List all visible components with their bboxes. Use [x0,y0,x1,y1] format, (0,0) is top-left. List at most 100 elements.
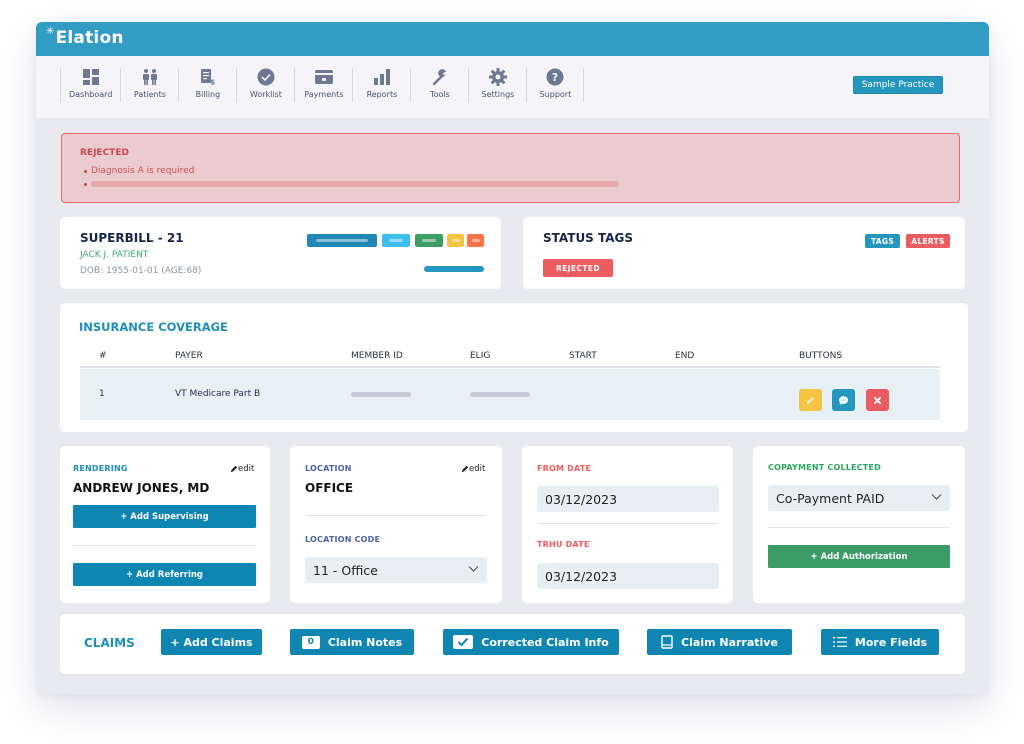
superbill-chip[interactable] [382,234,410,247]
col-header: BUTTONS [799,351,843,361]
copay-card: COPAYMENT COLLECTED Co-Payment PAID + Ad… [753,446,965,603]
member-id-placeholder [351,392,411,397]
location-code-label: LOCATION CODE [305,535,381,544]
nav-reports[interactable]: Reports [352,68,410,102]
location-edit-link[interactable]: edit [461,464,485,474]
logo-spark-icon: ✳ [46,26,55,37]
delete-button[interactable] [866,389,889,411]
rendering-edit-link[interactable]: edit [230,464,254,474]
superbill-chip[interactable] [415,234,443,247]
nav-tools[interactable]: Tools [410,68,468,102]
add-claims-button[interactable]: + Add Claims [161,629,262,655]
sample-practice-button[interactable]: Sample Practice [853,76,943,94]
patients-icon [140,68,160,86]
claim-narrative-button[interactable]: Claim Narrative [647,629,792,655]
nav-label: Billing [195,90,221,99]
insurance-table-header: # PAYER MEMBER ID ELIG START END BUTTONS [80,346,940,368]
status-tags-title: STATUS TAGS [543,231,634,245]
col-header: END [675,351,695,361]
payer-name: VT Medicare Part B [175,389,261,399]
nav-worklist[interactable]: Worklist [236,68,294,102]
patient-name[interactable]: JACK J. PATIENT [80,250,148,260]
superbill-chip[interactable] [307,234,377,247]
tags-button[interactable]: TAGS [865,234,900,248]
superbill-chip[interactable] [467,234,484,247]
rendering-card: RENDERING edit ANDREW JONES, MD + Add Su… [60,446,270,603]
nav-label: Support [539,90,572,99]
claims-card: CLAIMS + Add Claims 0 Claim Notes Correc… [60,614,965,674]
insurance-coverage-card: INSURANCE COVERAGE # PAYER MEMBER ID ELI… [60,303,968,432]
row-number: 1 [99,389,105,399]
nav-patients[interactable]: Patients [120,68,178,102]
superbill-title: SUPERBILL - 21 [80,231,184,245]
help-icon: ? [545,68,565,86]
status-badge[interactable]: REJECTED [543,259,613,277]
wrench-icon [430,68,450,86]
nav-label: Payments [304,90,344,99]
divider [305,515,487,516]
brand-name: Elation [55,28,124,48]
patient-dob: DOB: 1955-01-01 (AGE:68) [80,266,202,276]
nav-label: Reports [366,90,398,99]
alert-item-placeholder [91,181,619,187]
claim-notes-button[interactable]: 0 Claim Notes [290,629,414,655]
bullet-icon [84,182,87,186]
from-date-value: 03/12/2023 [545,491,618,507]
nav-label: Dashboard [69,90,113,99]
location-code-value: 11 - Office [313,562,378,578]
alerts-button[interactable]: ALERTS [906,234,950,248]
nav-bar: Dashboard Patients $ Billing Worklist Pa… [36,56,989,118]
chevron-down-icon [468,566,479,572]
credit-card-icon [314,68,334,86]
nav-settings[interactable]: Settings [468,68,526,102]
nav-billing[interactable]: $ Billing [178,68,236,102]
nav-payments[interactable]: Payments [294,68,352,102]
insurance-title: INSURANCE COVERAGE [79,320,228,334]
divider [768,527,950,528]
chat-bubble-icon [838,395,849,405]
nav-support[interactable]: ? Support [526,68,585,102]
copay-value: Co-Payment PAID [776,490,885,506]
main-nav: Dashboard Patients $ Billing Worklist Pa… [60,68,585,102]
pencil-icon [461,465,469,473]
claims-label: CLAIMS [84,636,135,650]
thru-date-input[interactable]: 03/12/2023 [537,563,719,589]
close-icon [873,396,882,404]
col-header: ELIG [470,351,491,361]
claim-notes-label: Claim Notes [327,635,403,649]
add-authorization-button[interactable]: + Add Authorization [768,545,950,568]
location-card: LOCATION edit OFFICE LOCATION CODE 11 - … [290,446,502,603]
location-code-select[interactable]: 11 - Office [305,557,487,583]
edit-button[interactable] [799,389,822,411]
from-date-input[interactable]: 03/12/2023 [537,486,719,512]
svg-text:?: ? [552,71,558,84]
alert-title: REJECTED [80,148,129,158]
chevron-down-icon [931,494,942,500]
add-referring-button[interactable]: + Add Referring [73,563,256,586]
comment-button[interactable] [832,389,855,411]
rendering-label: RENDERING [73,464,128,473]
bullet-icon [84,169,87,173]
col-header: PAYER [175,351,203,361]
list-icon [832,637,847,647]
edit-label: edit [238,464,255,474]
thru-date-label: TRHU DATE [537,540,590,549]
nav-dashboard[interactable]: Dashboard [60,68,120,102]
elig-placeholder [470,392,530,397]
superbill-chip[interactable] [447,234,464,247]
top-bar: ✳ Elation [36,22,989,56]
nav-label: Patients [133,90,166,99]
table-row[interactable]: 1 VT Medicare Part B [80,369,940,420]
dashboard-icon [81,68,101,86]
col-header: START [569,351,597,361]
elation-logo[interactable]: ✳ Elation [46,26,124,48]
copay-select[interactable]: Co-Payment PAID [768,485,950,511]
more-fields-button[interactable]: More Fields [821,629,939,655]
add-supervising-button[interactable]: + Add Supervising [73,505,256,528]
book-icon [661,635,673,649]
nav-label: Worklist [249,90,282,99]
divider [537,523,719,524]
billing-icon: $ [198,68,218,86]
corrected-claim-info-button[interactable]: Corrected Claim Info [443,629,619,655]
location-label: LOCATION [305,464,352,473]
